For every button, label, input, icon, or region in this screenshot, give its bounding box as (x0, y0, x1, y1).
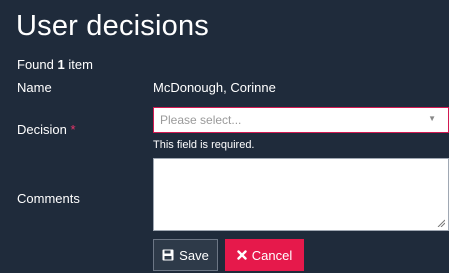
results-count: Found 1 item (17, 57, 93, 72)
name-label: Name (17, 80, 52, 95)
comments-textarea[interactable] (153, 158, 449, 231)
name-value: McDonough, Corinne (153, 80, 276, 95)
page-title: User decisions (16, 10, 209, 42)
decision-label: Decision * (17, 122, 76, 137)
cancel-button-label: Cancel (251, 247, 293, 263)
decision-error-message: This field is required. (153, 139, 255, 151)
user-decisions-panel: User decisions Found 1 item Name McDonou… (0, 0, 449, 273)
required-marker: * (70, 122, 76, 137)
chevron-down-icon: ▼ (428, 114, 436, 123)
save-button-label: Save (179, 247, 209, 263)
results-count-value: 1 (57, 57, 65, 72)
cancel-button[interactable]: Cancel (225, 239, 304, 271)
x-icon (237, 250, 247, 260)
resize-grip-icon[interactable] (437, 219, 445, 227)
floppy-disk-icon (162, 249, 174, 261)
decision-placeholder: Please select... (160, 113, 242, 127)
save-button[interactable]: Save (153, 239, 218, 271)
results-prefix: Found (17, 57, 54, 72)
decision-label-text: Decision (17, 122, 67, 137)
comments-label: Comments (17, 191, 80, 206)
results-suffix: item (68, 57, 93, 72)
decision-select[interactable]: Please select... ▼ (153, 107, 449, 133)
